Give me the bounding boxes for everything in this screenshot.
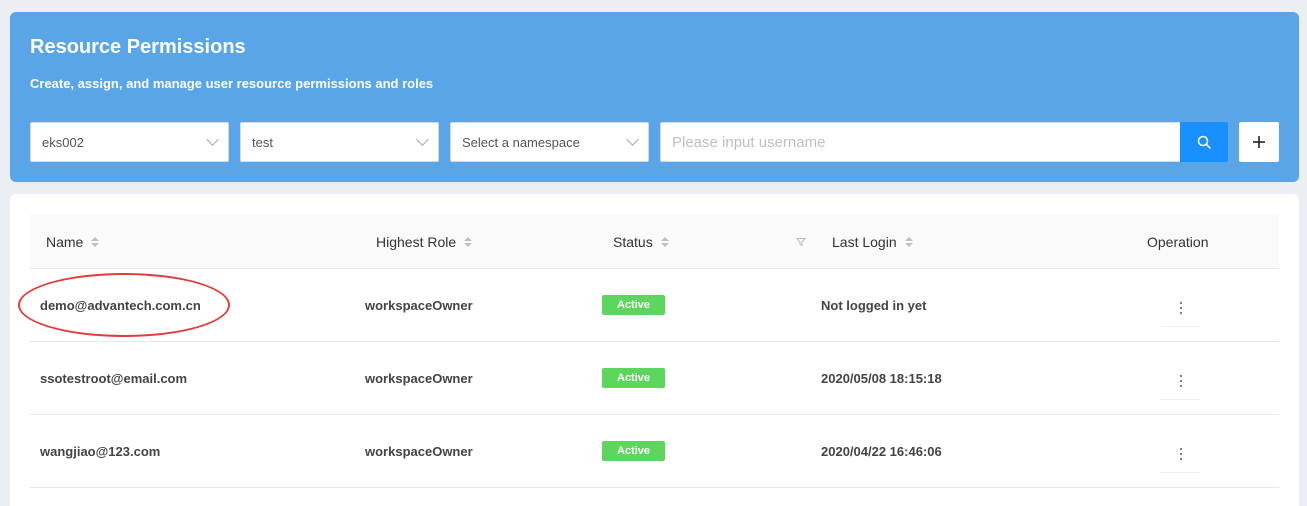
status-badge: Active xyxy=(602,295,666,315)
chevron-down-icon xyxy=(626,133,639,146)
header-card: Resource Permissions Create, assign, and… xyxy=(10,12,1299,182)
filter-icon xyxy=(796,237,806,246)
search-icon xyxy=(1197,135,1211,149)
sort-icon xyxy=(660,236,669,247)
status-cell: Active xyxy=(602,269,666,341)
status-cell: Active xyxy=(602,415,666,487)
user-name[interactable]: wangjiao@123.com xyxy=(40,415,160,487)
namespace-select[interactable]: Select a namespace xyxy=(450,122,649,162)
last-login: Not logged in yet xyxy=(821,297,927,313)
column-label: Name xyxy=(46,233,84,250)
workspace-select-value: test xyxy=(252,134,273,150)
table-row: demo@advantech.com.cn workspaceOwner Act… xyxy=(30,269,1279,342)
user-role: workspaceOwner xyxy=(365,443,473,459)
status-filter-button[interactable] xyxy=(796,214,806,269)
page-subtitle: Create, assign, and manage user resource… xyxy=(30,76,434,91)
user-name[interactable]: ssotestroot@email.com xyxy=(40,342,187,414)
cluster-select-value: eks002 xyxy=(42,134,84,150)
column-header-operation: Operation xyxy=(1147,214,1208,269)
username-search xyxy=(660,122,1228,162)
cluster-select[interactable]: eks002 xyxy=(30,122,229,162)
user-role: workspaceOwner xyxy=(365,370,473,386)
last-login: 2020/04/22 16:46:06 xyxy=(821,443,942,459)
more-actions-button[interactable] xyxy=(1161,362,1201,400)
add-user-button[interactable] xyxy=(1239,122,1279,162)
column-header-status[interactable]: Status xyxy=(613,214,669,269)
sort-icon xyxy=(91,236,100,247)
namespace-select-placeholder: Select a namespace xyxy=(462,134,580,150)
page-title: Resource Permissions xyxy=(30,36,246,58)
column-label: Last Login xyxy=(832,233,897,250)
user-name[interactable]: demo@advantech.com.cn xyxy=(40,269,201,341)
sort-icon xyxy=(904,236,913,247)
status-badge: Active xyxy=(602,441,666,461)
username-search-input[interactable] xyxy=(660,122,1180,162)
column-header-last-login[interactable]: Last Login xyxy=(832,214,913,269)
user-role: workspaceOwner xyxy=(365,297,473,313)
status-badge: Active xyxy=(602,368,666,388)
table-row: wangjiao@123.com workspaceOwner Active 2… xyxy=(30,415,1279,488)
column-header-name[interactable]: Name xyxy=(46,214,100,269)
column-label: Status xyxy=(613,233,653,250)
status-cell: Active xyxy=(602,342,666,414)
more-actions-button[interactable] xyxy=(1161,289,1201,327)
last-login: 2020/05/08 18:15:18 xyxy=(821,370,942,386)
column-label: Highest Role xyxy=(376,233,457,250)
workspace-select[interactable]: test xyxy=(240,122,439,162)
table-row: ssotestroot@email.com workspaceOwner Act… xyxy=(30,342,1279,415)
table-header: Name Highest Role Status Last Login Oper… xyxy=(30,214,1279,269)
chevron-down-icon xyxy=(206,133,219,146)
permissions-table: Name Highest Role Status Last Login Oper… xyxy=(10,194,1299,506)
more-vertical-icon xyxy=(1180,447,1182,460)
plus-icon xyxy=(1253,136,1265,148)
column-header-role[interactable]: Highest Role xyxy=(376,214,473,269)
more-actions-button[interactable] xyxy=(1161,435,1201,473)
more-vertical-icon xyxy=(1180,374,1182,387)
more-vertical-icon xyxy=(1180,301,1182,314)
sort-icon xyxy=(464,236,473,247)
chevron-down-icon xyxy=(416,133,429,146)
search-button[interactable] xyxy=(1180,122,1228,162)
column-label: Operation xyxy=(1147,233,1209,250)
